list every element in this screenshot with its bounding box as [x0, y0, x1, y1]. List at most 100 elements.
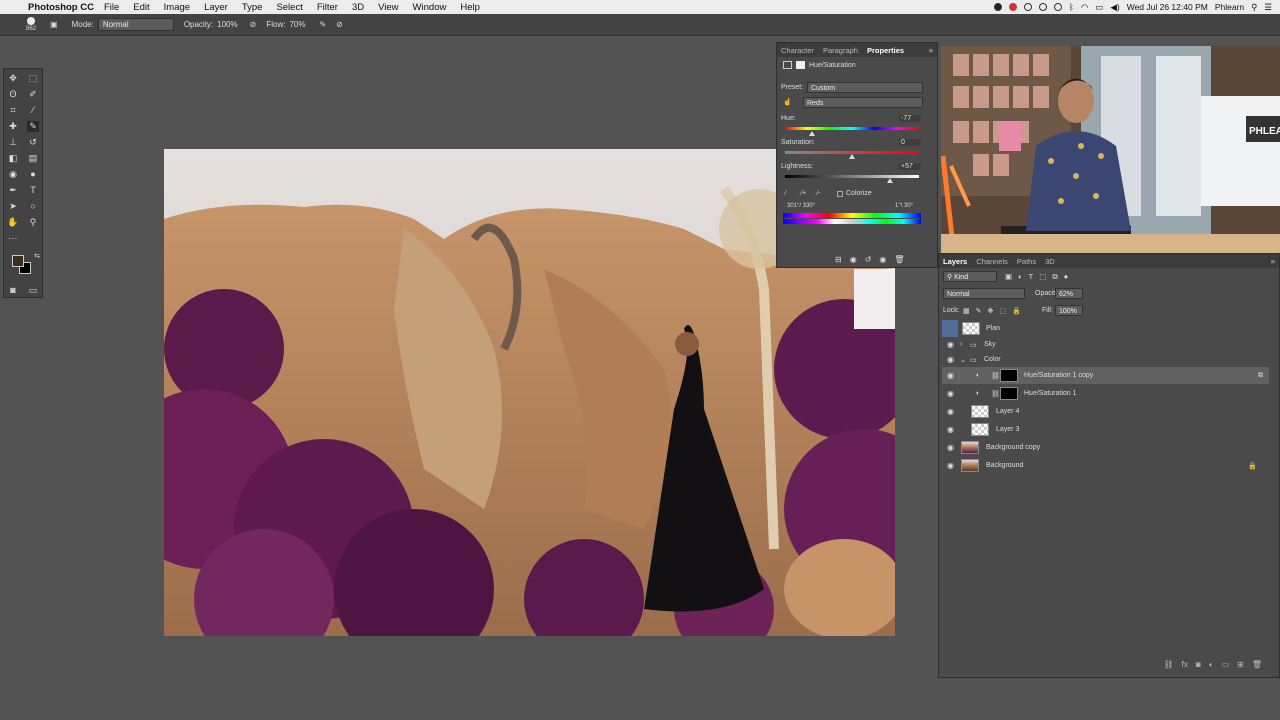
layer-name[interactable]: Color	[984, 356, 1001, 363]
airbrush-icon[interactable]: ✎	[319, 20, 326, 29]
brush-preset-picker[interactable]: 862	[26, 16, 36, 33]
layer-row-layer-4[interactable]: ◉ Layer 4	[942, 403, 1269, 420]
history-icon[interactable]	[1053, 3, 1062, 11]
notification-icon[interactable]: ☰	[1264, 2, 1272, 13]
blend-mode-dropdown[interactable]: Normal	[943, 288, 1025, 299]
layer-mask-thumbnail[interactable]	[1000, 369, 1018, 382]
expand-arrow-icon[interactable]: ›	[960, 341, 962, 348]
hue-slider[interactable]	[785, 127, 919, 130]
visibility-eye-icon[interactable]: ◉	[947, 407, 956, 416]
reset-icon[interactable]: ↺	[865, 255, 872, 264]
menu-help[interactable]: Help	[460, 2, 480, 13]
visibility-eye-icon[interactable]: ◉	[947, 389, 956, 398]
layer-name[interactable]: Hue/Saturation 1	[1024, 390, 1077, 397]
marquee-tool-icon[interactable]: ⬚	[27, 73, 39, 84]
collapse-arrow-icon[interactable]: ⌄	[960, 356, 966, 364]
layer-mask-thumbnail[interactable]	[1000, 387, 1018, 400]
lasso-tool-icon[interactable]: ʘ	[7, 89, 19, 100]
tab-layers[interactable]: Layers	[943, 257, 967, 266]
menu-window[interactable]: Window	[413, 2, 447, 13]
brush-panel-icon[interactable]: ▣	[50, 20, 58, 29]
layer-row-background[interactable]: ◉ Background 🔒	[942, 457, 1269, 474]
menu-layer[interactable]: Layer	[204, 2, 228, 13]
eyedropper-tool-icon[interactable]: ⁄	[27, 105, 39, 116]
fill-value[interactable]: 100%	[1055, 305, 1083, 316]
opacity-value[interactable]: 100%	[217, 20, 237, 29]
quick-select-tool-icon[interactable]: ✐	[27, 89, 39, 100]
menu-file[interactable]: File	[104, 2, 119, 13]
history-brush-tool-icon[interactable]: ↺	[27, 137, 39, 148]
colorize-checkbox[interactable]	[837, 191, 843, 197]
screen-mode-icon[interactable]: ▭	[27, 285, 39, 296]
layer-name[interactable]: Background copy	[986, 444, 1040, 451]
move-tool-icon[interactable]: ✥	[7, 73, 19, 84]
visibility-eye-icon[interactable]: ◉	[947, 461, 956, 470]
lightness-value[interactable]: +57	[899, 163, 921, 170]
filter-shape-icon[interactable]: ⬚	[1039, 272, 1046, 282]
visibility-eye-icon[interactable]: ◉	[947, 340, 956, 349]
menu-3d[interactable]: 3D	[352, 2, 364, 13]
targeted-adjust-icon[interactable]: ☝	[783, 98, 792, 106]
layer-row-layer-3[interactable]: ◉ Layer 3	[942, 421, 1269, 438]
layer-opacity-value[interactable]: 62%	[1055, 288, 1083, 299]
creative-cloud-icon[interactable]	[1008, 3, 1017, 11]
spotlight-icon[interactable]: ⚲	[1251, 2, 1257, 13]
layer-row-color[interactable]: ◉ ⌄ ▭ Color	[942, 351, 1269, 368]
layer-row-hue-sat[interactable]: ◉ ◐ ⛓ Hue/Saturation 1	[942, 385, 1269, 402]
filter-adjustment-icon[interactable]: ◐	[1018, 272, 1023, 282]
lock-position-icon[interactable]: ✥	[988, 307, 994, 315]
sync-icon[interactable]	[1038, 3, 1047, 11]
lock-pixels-icon[interactable]: ✎	[976, 307, 982, 315]
user-name[interactable]: Phlearn	[1215, 2, 1244, 12]
menu-filter[interactable]: Filter	[317, 2, 338, 13]
clip-to-layer-icon[interactable]: ⊟	[835, 255, 842, 264]
tab-paths[interactable]: Paths	[1017, 257, 1036, 266]
airplay-icon[interactable]: ▭	[1095, 2, 1103, 13]
hue-value[interactable]: -77	[899, 115, 921, 122]
layer-name[interactable]: Background	[986, 462, 1023, 469]
filter-pixel-icon[interactable]: ▣	[1005, 272, 1012, 282]
tab-character[interactable]: Character	[781, 46, 814, 55]
pressure-size-icon[interactable]: ⊘	[336, 20, 343, 29]
record-icon[interactable]	[993, 3, 1002, 11]
tab-3d[interactable]: 3D	[1045, 257, 1055, 266]
blur-tool-icon[interactable]: ◉	[7, 169, 19, 180]
layer-style-icon[interactable]: fx	[1182, 660, 1188, 674]
filter-toggle-icon[interactable]: ●	[1064, 272, 1069, 282]
lightness-slider-thumb[interactable]	[887, 178, 893, 183]
tab-channels[interactable]: Channels	[976, 257, 1008, 266]
panel-menu-icon[interactable]: ≡	[1271, 257, 1275, 266]
menu-image[interactable]: Image	[164, 2, 190, 13]
visibility-eye-icon[interactable]: ◉	[947, 425, 956, 434]
visibility-eye-icon[interactable]: ◉	[947, 443, 956, 452]
color-range-bar-bottom[interactable]	[783, 219, 921, 224]
layer-name[interactable]: Sky	[984, 341, 996, 348]
layer-name[interactable]: Hue/Saturation 1 copy	[1024, 372, 1093, 379]
tab-properties[interactable]: Properties	[867, 46, 904, 55]
link-layers-icon[interactable]: ⛓	[1164, 660, 1174, 674]
hue-slider-thumb[interactable]	[809, 131, 815, 136]
layer-name[interactable]: Layer 4	[996, 408, 1019, 415]
volume-icon[interactable]: ◀)	[1110, 2, 1119, 13]
pen-tool-icon[interactable]: ✒	[7, 185, 19, 196]
foreground-color-swatch[interactable]	[12, 255, 24, 267]
type-tool-icon[interactable]: T	[27, 185, 39, 196]
lock-all-icon[interactable]: 🔒	[1012, 307, 1021, 315]
flow-value[interactable]: 70%	[289, 20, 305, 29]
eyedropper-minus-icon[interactable]: ⁄-	[817, 190, 821, 197]
add-mask-icon[interactable]: ◙	[1196, 660, 1201, 674]
shape-tool-icon[interactable]: ○	[27, 201, 39, 212]
layer-row-hue-sat-copy[interactable]: ◉ ◐ ⛓ Hue/Saturation 1 copy ⧉	[942, 367, 1269, 384]
path-select-tool-icon[interactable]: ➤	[7, 201, 19, 212]
eyedropper-icon[interactable]: ⁄	[785, 190, 786, 197]
preset-dropdown[interactable]: Custom	[807, 82, 923, 93]
hand-tool-icon[interactable]: ✋	[7, 217, 19, 228]
saturation-slider-thumb[interactable]	[849, 154, 855, 159]
dodge-tool-icon[interactable]: ●	[27, 169, 39, 180]
eraser-tool-icon[interactable]: ◧	[7, 153, 19, 164]
clock[interactable]: Wed Jul 26 12:40 PM	[1127, 2, 1208, 12]
visibility-eye-icon[interactable]: ◉	[947, 371, 956, 380]
lightness-slider[interactable]	[785, 175, 919, 178]
menu-edit[interactable]: Edit	[133, 2, 149, 13]
view-previous-icon[interactable]: ◉	[850, 255, 857, 264]
